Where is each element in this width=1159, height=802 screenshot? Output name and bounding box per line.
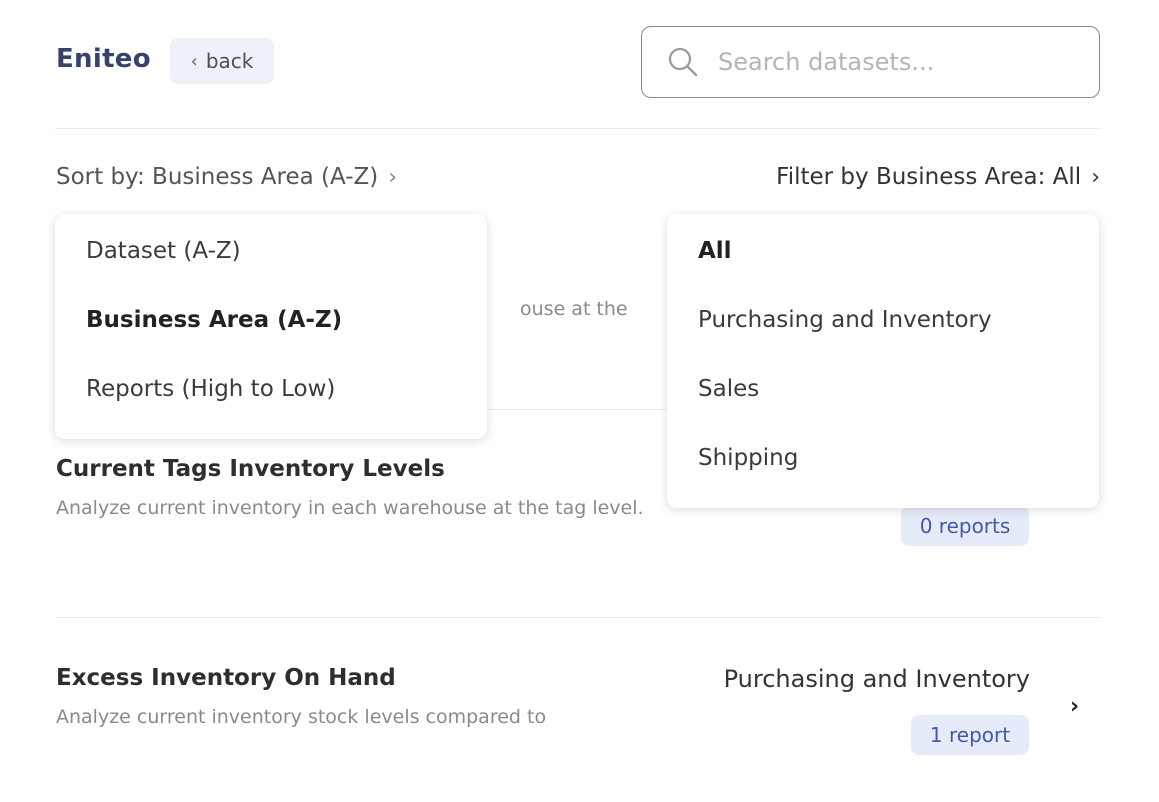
row-divider — [55, 617, 1100, 618]
sort-option-dataset[interactable]: Dataset (A-Z) — [55, 238, 487, 307]
filter-label: Filter by Business Area: All — [776, 164, 1082, 190]
dataset-title: Current Tags Inventory Levels — [56, 456, 445, 482]
search-box[interactable] — [641, 26, 1100, 98]
dataset-description: Analyze current inventory in each wareho… — [56, 497, 644, 519]
brand-logo: Eniteo — [56, 44, 151, 74]
dataset-business-area: Purchasing and Inventory — [723, 665, 1030, 693]
chevron-left-icon: ‹ — [190, 50, 198, 72]
chevron-right-icon: › — [1091, 164, 1100, 190]
filter-option-sales[interactable]: Sales — [667, 376, 1099, 445]
search-input[interactable] — [718, 48, 1078, 76]
dataset-description-partial: ouse at the — [520, 298, 628, 320]
filter-option-purchasing[interactable]: Purchasing and Inventory — [667, 307, 1099, 376]
sort-label: Sort by: Business Area (A-Z) — [56, 164, 379, 190]
reports-badge: 1 report — [911, 715, 1029, 755]
back-button[interactable]: ‹ back — [170, 38, 274, 84]
dataset-row[interactable]: Excess Inventory On Hand Analyze current… — [56, 665, 666, 735]
filter-option-shipping[interactable]: Shipping — [667, 445, 1099, 514]
dataset-description: Analyze current inventory stock levels c… — [56, 706, 547, 728]
filter-dropdown-toggle[interactable]: Filter by Business Area: All › — [776, 164, 1100, 190]
header-divider — [55, 128, 1100, 129]
chevron-right-icon: › — [388, 164, 398, 190]
filter-menu: All Purchasing and Inventory Sales Shipp… — [667, 214, 1099, 508]
filter-option-all[interactable]: All — [667, 238, 1099, 307]
sort-dropdown-toggle[interactable]: Sort by: Business Area (A-Z) › — [56, 164, 397, 190]
dataset-title: Excess Inventory On Hand — [56, 665, 396, 691]
chevron-right-icon[interactable]: › — [1070, 694, 1079, 719]
back-button-label: back — [205, 49, 254, 73]
sort-option-reports[interactable]: Reports (High to Low) — [55, 376, 487, 445]
sort-option-business-area[interactable]: Business Area (A-Z) — [55, 307, 487, 376]
search-icon — [668, 47, 698, 77]
sort-menu: Dataset (A-Z) Business Area (A-Z) Report… — [55, 214, 487, 439]
dataset-row[interactable]: Current Tags Inventory Levels Analyze cu… — [56, 456, 666, 526]
